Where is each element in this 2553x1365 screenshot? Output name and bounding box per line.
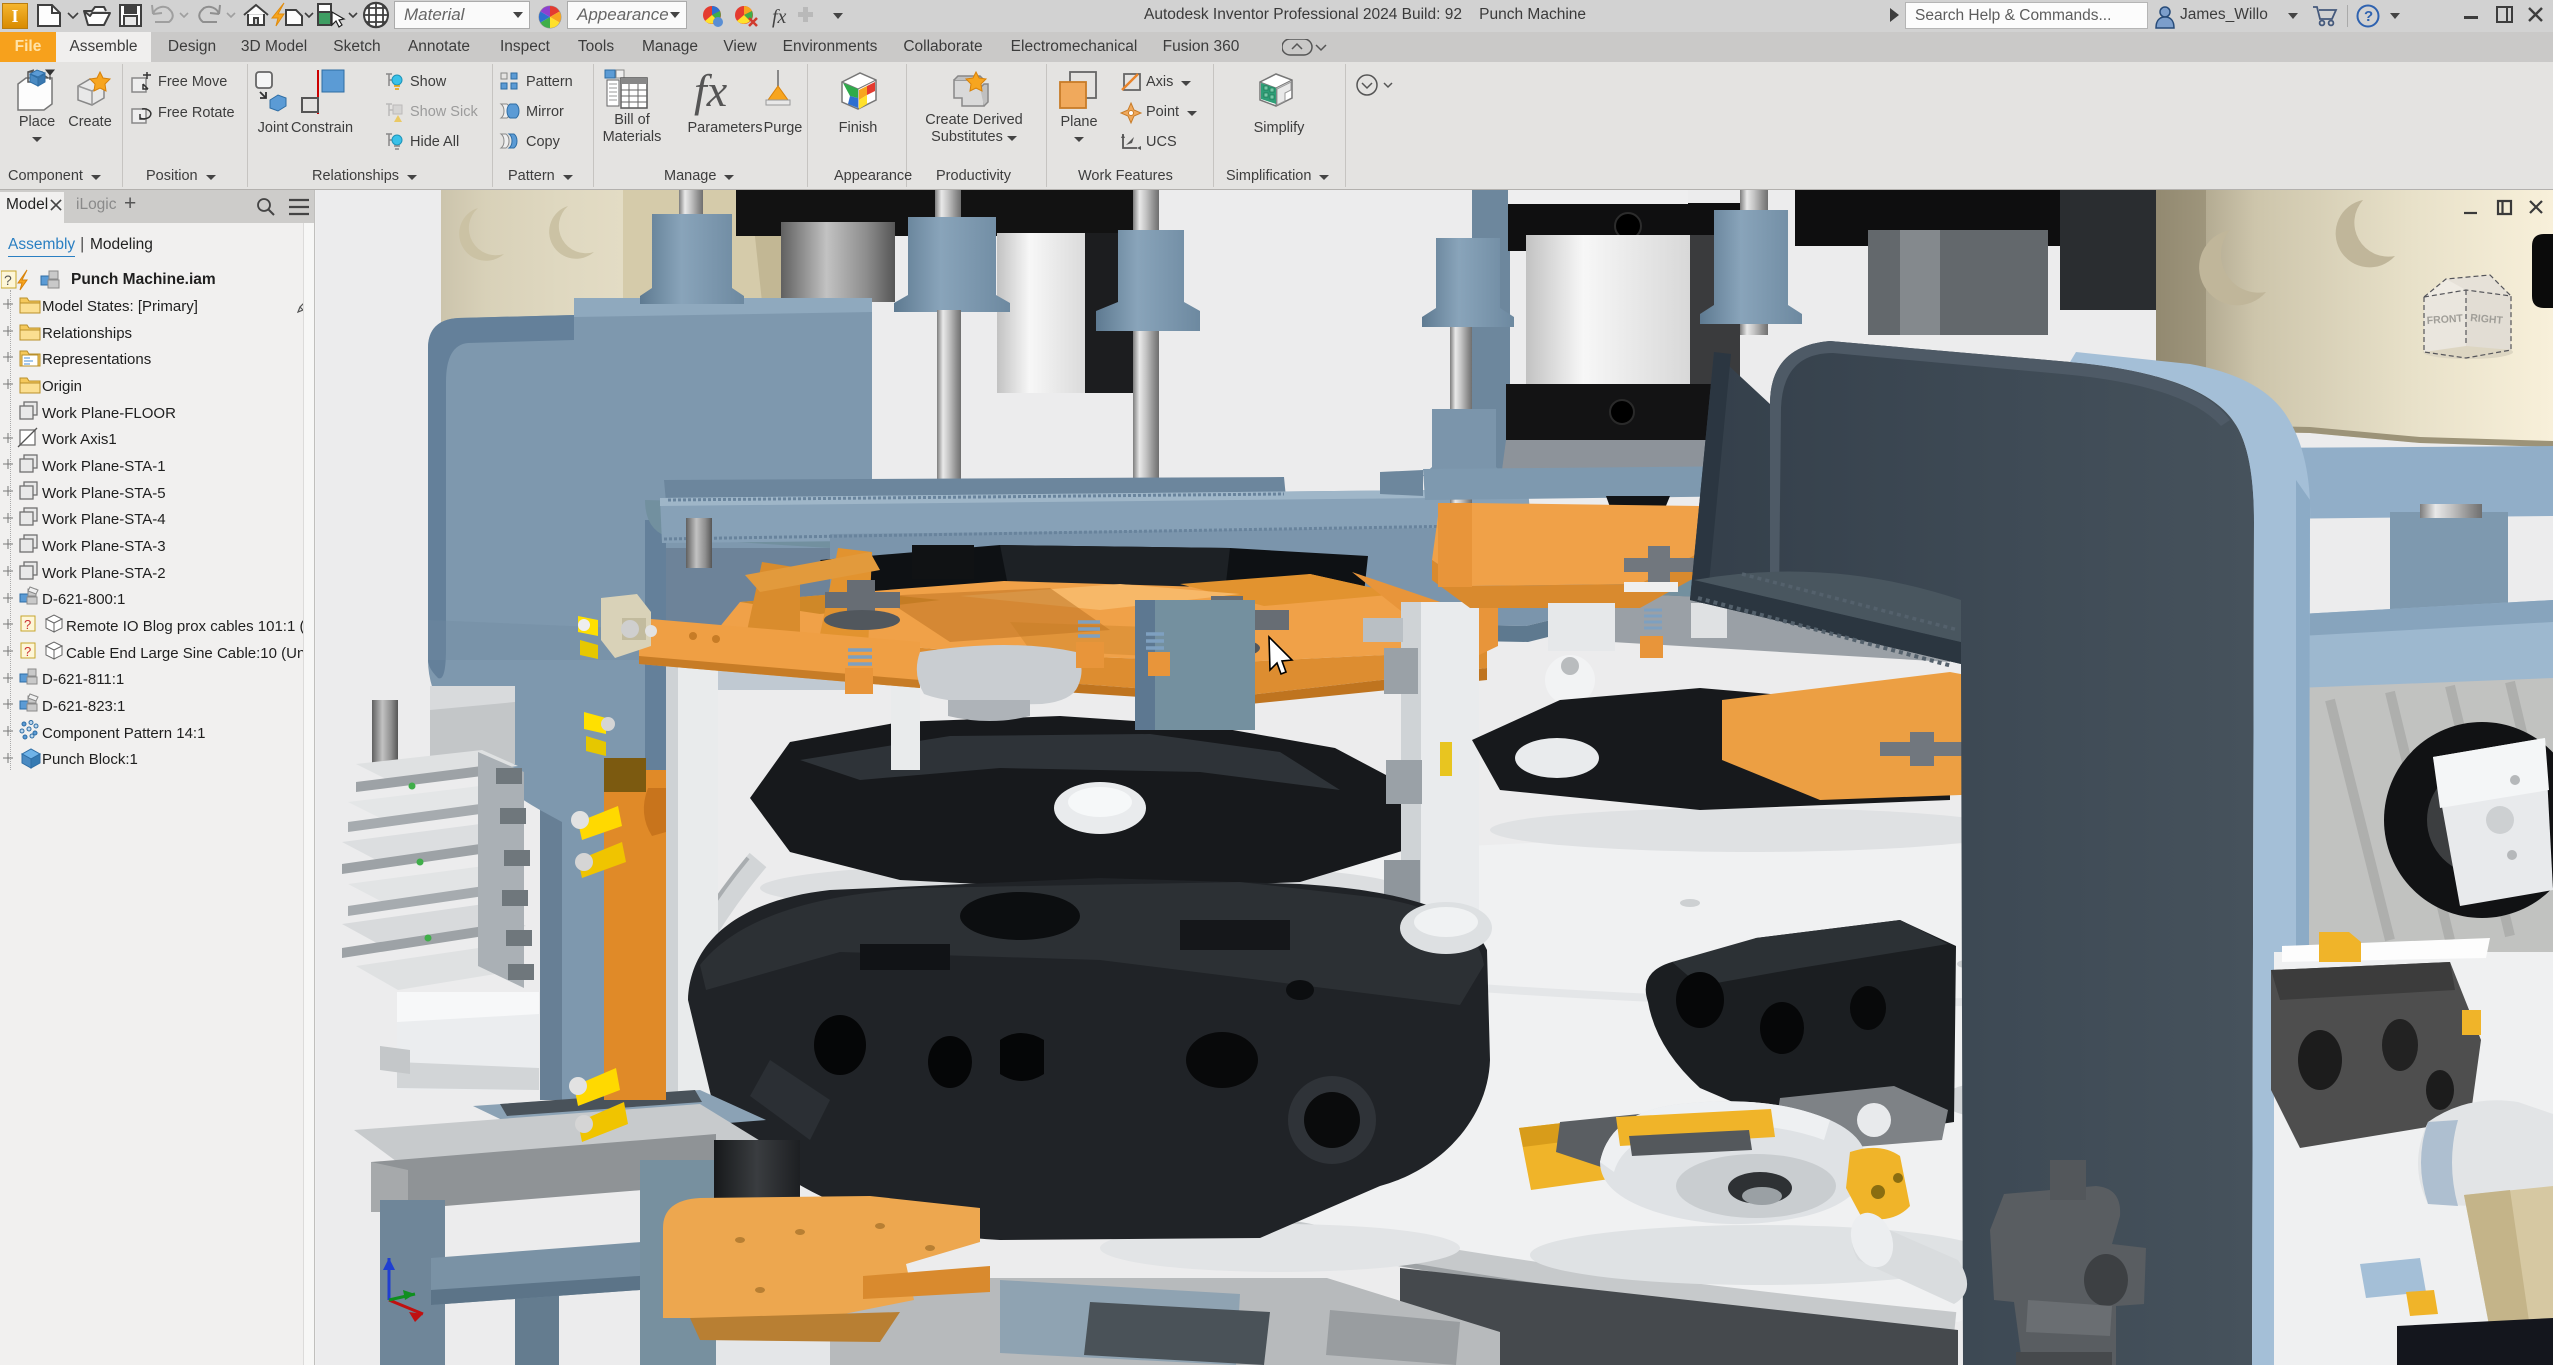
svg-text:?: ?: [2364, 8, 2373, 25]
svg-text:fx: fx: [694, 65, 728, 116]
svg-text:fx: fx: [772, 6, 787, 28]
svg-text:?: ?: [24, 644, 31, 659]
svg-text:FRONT: FRONT: [2426, 312, 2463, 327]
svg-text:?: ?: [24, 617, 31, 632]
svg-text:?: ?: [4, 272, 12, 288]
